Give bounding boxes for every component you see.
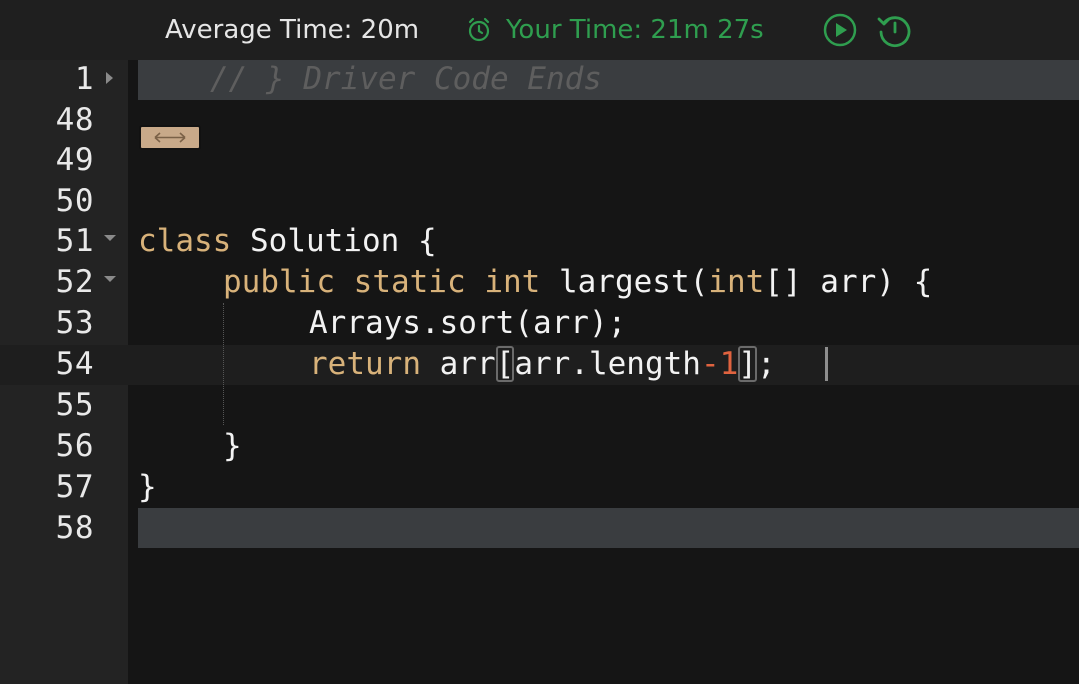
matched-bracket: [ bbox=[495, 346, 515, 382]
code-text: class Solution { bbox=[138, 221, 437, 262]
code-line[interactable]: 56 } bbox=[0, 426, 1079, 467]
line-number[interactable]: 48 bbox=[0, 100, 94, 141]
code-line[interactable]: 57 } bbox=[0, 467, 1079, 508]
code-line[interactable]: 53 Arrays.sort(arr); bbox=[0, 303, 1079, 344]
fold-toggle-icon[interactable] bbox=[104, 276, 116, 282]
line-number[interactable]: 56 bbox=[0, 426, 94, 467]
keyword: class bbox=[138, 223, 232, 259]
code-text: public static int largest(int[] arr) { bbox=[223, 262, 932, 303]
line-number[interactable]: 51 bbox=[0, 221, 94, 262]
line-number[interactable]: 49 bbox=[0, 140, 94, 181]
code-line[interactable]: 48 bbox=[0, 100, 1079, 141]
identifier: Solution { bbox=[231, 223, 437, 259]
timer-bar: Average Time: 20m Your Time: 21m 27s bbox=[0, 0, 1079, 60]
code-line[interactable]: 49 bbox=[0, 140, 1079, 181]
code-text: } bbox=[138, 469, 157, 505]
keyword: static bbox=[353, 264, 466, 300]
line-number[interactable]: 54 bbox=[0, 344, 94, 385]
line-number[interactable]: 58 bbox=[0, 508, 94, 549]
average-time: Average Time: 20m bbox=[165, 15, 420, 45]
code-line[interactable]: 51 class Solution { bbox=[0, 221, 1079, 262]
matched-bracket: ] bbox=[738, 346, 757, 382]
code-line[interactable]: 55 bbox=[0, 385, 1079, 426]
number-literal: 1 bbox=[719, 346, 739, 382]
code-text: Arrays.sort(arr); bbox=[309, 305, 627, 341]
line-number[interactable]: 57 bbox=[0, 467, 94, 508]
punctuation: ; bbox=[756, 346, 776, 382]
alarm-clock-icon bbox=[468, 17, 490, 42]
code-line[interactable]: 58 bbox=[0, 508, 1079, 549]
comment-text: // } Driver Code Ends bbox=[210, 61, 602, 97]
identifier: arr.length bbox=[514, 346, 701, 382]
code-text: return arr[arr.length-1]; bbox=[309, 344, 776, 385]
code-line[interactable]: 1 // } Driver Code Ends bbox=[0, 59, 1079, 150]
expand-fold-icon[interactable] bbox=[106, 72, 113, 84]
identifier: arr bbox=[420, 346, 496, 382]
operator: - bbox=[700, 346, 720, 382]
code-line[interactable]: 50 bbox=[0, 181, 1079, 222]
your-time: Your Time: 21m 27s bbox=[506, 15, 764, 45]
text-cursor bbox=[825, 347, 828, 381]
keyword: int bbox=[708, 264, 765, 300]
line-number[interactable]: 52 bbox=[0, 262, 94, 303]
keyword: public bbox=[223, 264, 335, 300]
line-number[interactable]: 1 bbox=[0, 59, 94, 100]
line-number[interactable]: 55 bbox=[0, 385, 94, 426]
identifier: [] arr) { bbox=[764, 264, 933, 300]
identifier: largest( bbox=[540, 264, 709, 300]
code-line[interactable]: 52 public static int largest(int[] arr) … bbox=[0, 262, 1079, 303]
fold-toggle-icon[interactable] bbox=[104, 235, 116, 241]
reset-timer-icon[interactable] bbox=[876, 12, 912, 48]
code-text: } bbox=[223, 428, 242, 464]
code-line-active[interactable]: 54 return arr[arr.length-1]; bbox=[0, 344, 1079, 385]
line-number[interactable]: 53 bbox=[0, 303, 94, 344]
keyword: int bbox=[484, 264, 541, 300]
keyword: return bbox=[309, 346, 421, 382]
line-number[interactable]: 50 bbox=[0, 181, 94, 222]
play-icon[interactable] bbox=[822, 12, 858, 48]
